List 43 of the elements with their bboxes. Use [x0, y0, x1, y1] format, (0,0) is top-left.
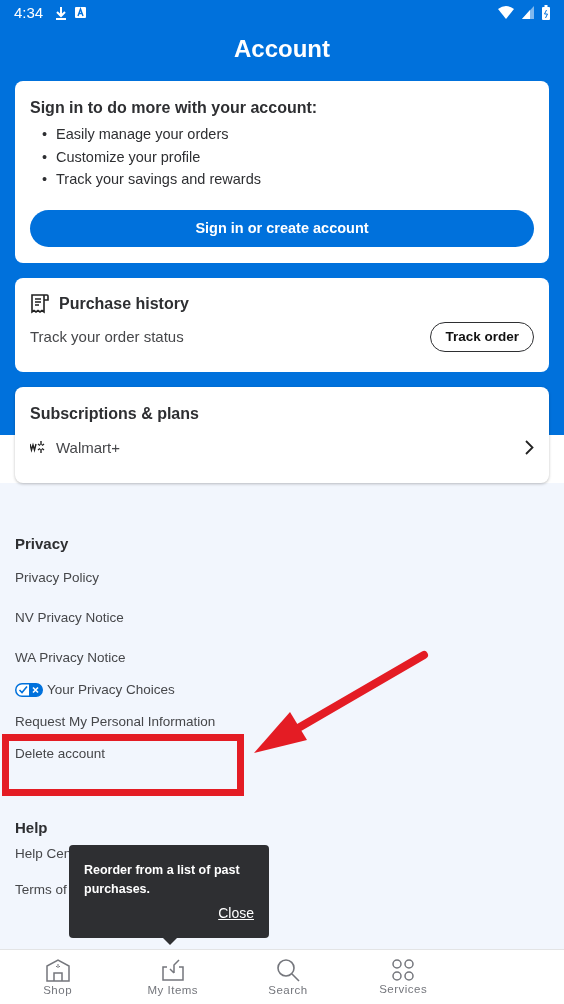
privacy-link[interactable]: Request My Personal Information: [15, 713, 216, 731]
nav-tab[interactable]: Shop: [0, 950, 116, 1004]
spark-icon: [30, 441, 47, 453]
search-icon: [276, 958, 300, 982]
battery-icon: [542, 5, 550, 20]
download-icon: [55, 5, 68, 20]
benefit-item: Customize your profile: [56, 148, 201, 165]
benefit-item: Track your savings and rewards: [56, 171, 261, 187]
bullet-mark: •: [42, 125, 49, 144]
nav-tab[interactable]: My Items: [115, 950, 231, 1004]
wifi-icon: [498, 6, 514, 19]
nav-tab[interactable]: Search: [230, 950, 346, 1004]
sign-in-button[interactable]: Sign in or create account: [30, 209, 534, 247]
tooltip-text: Reorder from a list of past purchases.: [84, 862, 241, 898]
privacy-link[interactable]: WA Privacy Notice: [15, 649, 126, 667]
privacy-link[interactable]: Delete account: [15, 745, 106, 763]
card-heading: Purchase history: [59, 294, 189, 313]
help-link[interactable]: Terms of: [15, 881, 67, 899]
reorder-icon: [160, 958, 185, 982]
storefront-icon: [44, 958, 71, 982]
section-heading: Privacy: [15, 534, 69, 554]
bullet-mark: •: [42, 147, 49, 167]
page-title: Account: [233, 34, 331, 64]
close-link[interactable]: Close: [218, 905, 254, 921]
nav-tab[interactable]: Services: [345, 950, 461, 1004]
track-order-button[interactable]: Track order: [430, 321, 534, 352]
subscription-name: Walmart+: [56, 438, 121, 456]
card-heading: Subscriptions & plans: [30, 404, 200, 423]
section-heading: Help: [15, 818, 48, 838]
privacy-link[interactable]: Your Privacy Choices: [47, 681, 175, 699]
card-subtitle: Track your order status: [30, 328, 184, 345]
privacy-toggle-icon: [15, 683, 43, 697]
subscription-row[interactable]: Walmart+: [30, 438, 534, 456]
grid-icon: [392, 959, 415, 981]
privacy-link[interactable]: NV Privacy Notice: [15, 609, 124, 627]
privacy-link[interactable]: Privacy Policy: [15, 569, 100, 587]
benefit-item: Easily manage your orders: [56, 126, 229, 142]
bullet-mark: •: [42, 170, 49, 189]
chevron-right-icon: [525, 439, 534, 455]
app-notification-icon: [75, 7, 87, 18]
status-time: 4:34: [14, 4, 44, 21]
receipt-icon: [30, 293, 50, 314]
card-heading: Sign in to do more with your account:: [30, 99, 319, 117]
